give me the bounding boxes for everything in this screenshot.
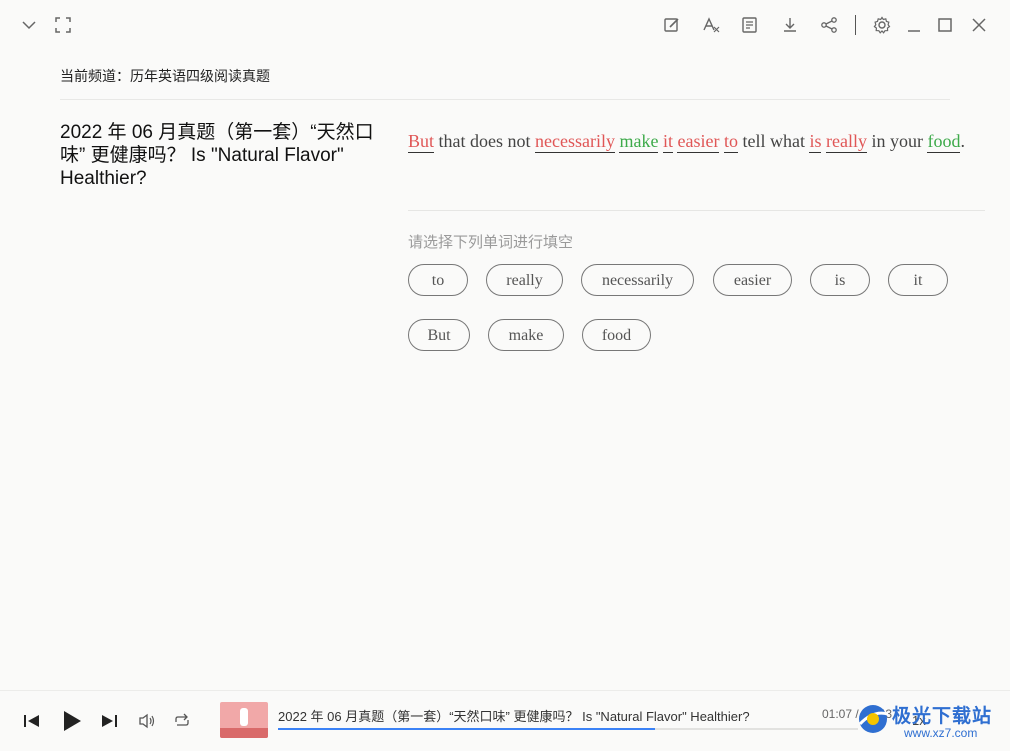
sentence-text: tell what: [737, 131, 810, 151]
word-option[interactable]: But: [408, 319, 470, 351]
skip-previous-icon[interactable]: [23, 713, 41, 729]
sentence-text: in your: [866, 131, 928, 151]
close-icon[interactable]: [971, 17, 987, 33]
volume-icon[interactable]: [138, 713, 156, 729]
blank-word[interactable]: necessarily: [535, 131, 615, 153]
blank-word[interactable]: food: [927, 131, 961, 153]
cover-figure: [240, 708, 248, 726]
gear-icon[interactable]: [873, 16, 891, 34]
watermark-title: 极光下载站: [892, 705, 993, 727]
exercise-divider: [408, 210, 985, 211]
blank-word[interactable]: really: [825, 131, 867, 153]
blank-word[interactable]: easier: [677, 131, 720, 153]
fill-in-sentence: But that does not necessarily make it ea…: [408, 129, 988, 154]
sentence-text: .: [960, 131, 965, 151]
chevron-down-icon[interactable]: [21, 17, 37, 33]
notes-icon[interactable]: [741, 16, 759, 34]
play-icon[interactable]: [62, 710, 82, 732]
exercise-prompt: 请选择下列单词进行填空: [408, 233, 574, 251]
cover-band: [220, 728, 268, 738]
maximize-icon[interactable]: [937, 17, 953, 33]
album-cover[interactable]: [220, 702, 268, 738]
translate-icon[interactable]: [702, 16, 720, 34]
blank-word[interactable]: it: [662, 131, 673, 153]
header-divider: [60, 99, 950, 100]
blank-word[interactable]: make: [619, 131, 659, 153]
current-channel: 当前频道：历年英语四级阅读真题: [60, 69, 270, 85]
watermark: 极光下载站 www.xz7.com: [852, 696, 1010, 750]
word-option[interactable]: is: [810, 264, 870, 296]
word-option[interactable]: necessarily: [581, 264, 694, 296]
blank-word[interactable]: is: [809, 131, 822, 153]
progress-bar[interactable]: [278, 728, 858, 730]
word-option[interactable]: to: [408, 264, 468, 296]
repeat-icon[interactable]: [173, 713, 191, 729]
edit-icon[interactable]: [663, 16, 681, 34]
share-icon[interactable]: [820, 16, 838, 34]
word-option[interactable]: it: [888, 264, 948, 296]
word-option[interactable]: make: [488, 319, 564, 351]
skip-next-icon[interactable]: [100, 713, 118, 729]
article-title: 2022 年 06 月真题（第一套）“天然口味” 更健康吗？ Is "Natur…: [60, 122, 374, 189]
progress-fill: [278, 728, 655, 730]
blank-word[interactable]: But: [408, 131, 435, 153]
window-toolbar: [0, 0, 1010, 50]
word-option[interactable]: food: [582, 319, 651, 351]
word-option[interactable]: easier: [713, 264, 792, 296]
watermark-url: www.xz7.com: [904, 726, 978, 740]
blank-word[interactable]: to: [723, 131, 738, 153]
toolbar-separator: [855, 15, 856, 35]
fullscreen-icon[interactable]: [55, 17, 71, 33]
sentence-text: that does not: [434, 131, 536, 151]
minimize-icon[interactable]: [906, 16, 922, 34]
track-title: 2022 年 06 月真题（第一套）“天然口味” 更健康吗？ Is "Natur…: [278, 709, 750, 724]
download-icon[interactable]: [781, 16, 799, 34]
watermark-logo-icon: [858, 705, 889, 733]
word-option[interactable]: really: [486, 264, 563, 296]
